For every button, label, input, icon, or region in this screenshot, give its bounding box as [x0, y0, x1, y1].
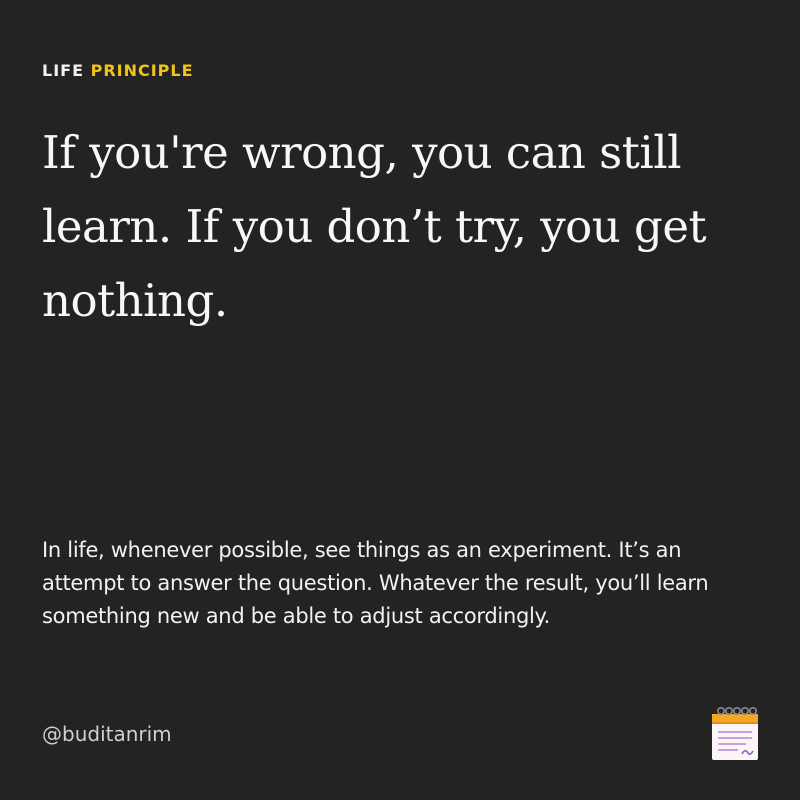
author-handle: @buditanrim	[42, 722, 172, 746]
quote-card: LIFE PRINCIPLE If you're wrong, you can …	[0, 0, 800, 800]
category-label-part1: LIFE	[42, 61, 85, 80]
quote-body: In life, whenever possible, see things a…	[42, 538, 709, 628]
quote-headline: If you're wrong, you can still learn. If…	[42, 126, 707, 327]
notepad-icon	[712, 706, 758, 760]
category-label-accent: PRINCIPLE	[90, 61, 194, 80]
category-label: LIFE PRINCIPLE	[42, 61, 194, 80]
